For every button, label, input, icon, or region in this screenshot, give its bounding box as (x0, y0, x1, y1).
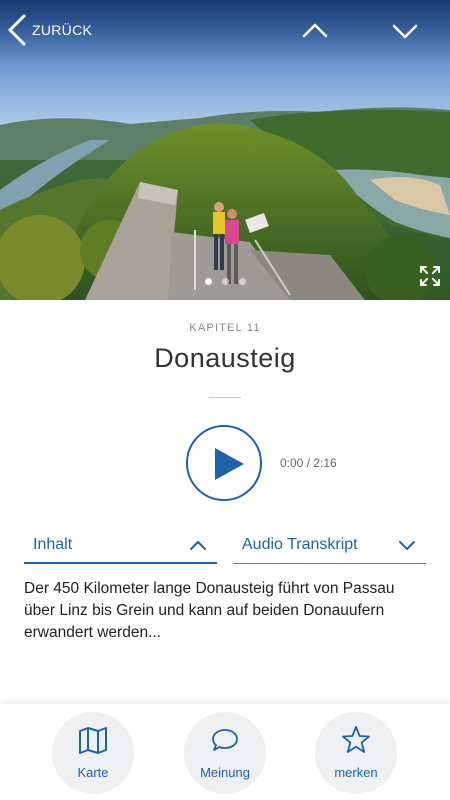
expand-icon (420, 266, 440, 286)
previous-chapter-button[interactable] (300, 16, 330, 46)
bookmark-button-label: merken (334, 765, 378, 780)
content-text: Der 450 Kilometer lange Donausteig führt… (24, 580, 395, 641)
chevron-up-icon (190, 541, 206, 550)
tab-inhalt[interactable]: Inhalt (24, 530, 217, 564)
opinion-button[interactable]: Meinung (184, 712, 266, 794)
chevron-down-icon (399, 541, 415, 550)
gallery-pagination (0, 278, 450, 285)
gallery-dot[interactable] (238, 278, 246, 285)
chevron-left-icon (8, 14, 26, 46)
next-chapter-button[interactable] (390, 16, 420, 46)
bookmark-button[interactable]: merken (315, 712, 397, 794)
map-button[interactable]: Karte (52, 712, 134, 794)
star-icon (342, 726, 370, 753)
hero-image: ZURÜCK (0, 0, 450, 300)
bottom-action-bar: Karte Meinung merken (0, 704, 450, 800)
gallery-dot[interactable] (204, 278, 212, 285)
map-icon (79, 727, 107, 754)
tab-transkript-label: Audio Transkript (242, 536, 358, 553)
fullscreen-button[interactable] (418, 264, 442, 288)
chapter-label: KAPITEL 11 (189, 322, 261, 334)
map-button-label: Karte (77, 765, 109, 780)
play-button[interactable] (186, 425, 262, 501)
play-icon (215, 448, 244, 480)
title-divider (209, 397, 241, 398)
page-title: Donausteig (154, 343, 296, 373)
back-label: ZURÜCK (32, 22, 93, 38)
tab-inhalt-label: Inhalt (33, 536, 73, 553)
gallery-dot[interactable] (221, 278, 229, 285)
chevron-down-icon (392, 24, 418, 39)
opinion-button-label: Meinung (200, 765, 250, 780)
tab-audio-transkript[interactable]: Audio Transkript (233, 530, 426, 564)
back-button[interactable]: ZURÜCK (6, 12, 92, 48)
playback-time: 0:00 / 2:16 (280, 456, 337, 470)
speech-bubble-icon (212, 729, 238, 751)
chevron-up-icon (302, 23, 328, 38)
